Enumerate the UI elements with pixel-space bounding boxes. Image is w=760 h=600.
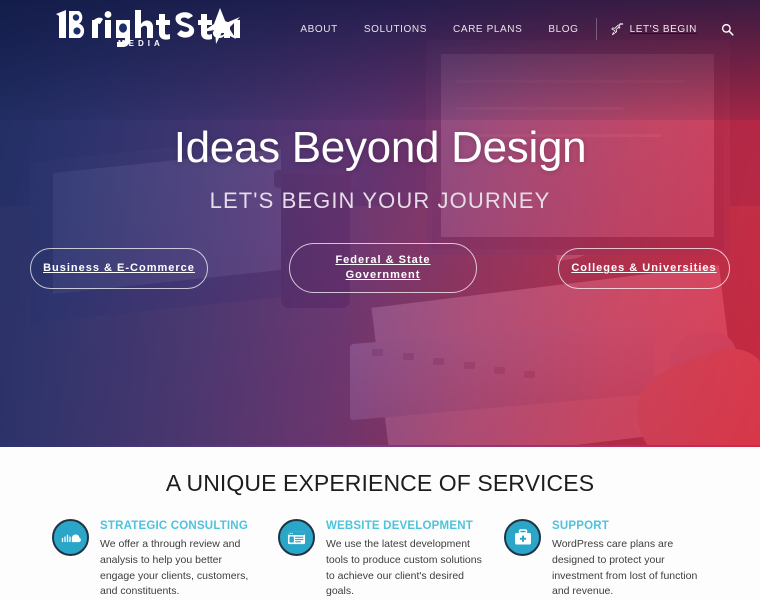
nav-divider	[595, 18, 597, 40]
hero-content: Ideas Beyond Design LET'S BEGIN YOUR JOU…	[0, 0, 760, 447]
nav-cta-label: LET'S BEGIN	[629, 23, 697, 35]
soundwave-cloud-icon	[52, 519, 89, 556]
service-card-title: SUPPORT	[552, 520, 609, 532]
service-card-body: WEBSITE DEVELOPMENT We use the latest de…	[326, 519, 482, 600]
search-icon[interactable]	[707, 19, 744, 40]
service-card-title: WEBSITE DEVELOPMENT	[326, 520, 473, 532]
main-navigation: ABOUT SOLUTIONS CARE PLANS BLOG LET'S BE…	[287, 18, 744, 40]
nav-cta-lets-begin[interactable]: LET'S BEGIN	[601, 19, 707, 40]
service-card-text: We use the latest development tools to p…	[326, 538, 482, 598]
service-card-strategic-consulting[interactable]: STRATEGIC CONSULTING We offer a through …	[52, 519, 256, 600]
service-card-website-development[interactable]: WEBSITE DEVELOPMENT We use the latest de…	[278, 519, 482, 600]
service-card-body: STRATEGIC CONSULTING We offer a through …	[100, 519, 256, 600]
hero-title: Ideas Beyond Design	[173, 123, 587, 172]
hero-pill-colleges-universities[interactable]: Colleges & Universities	[558, 248, 730, 290]
nav-item-solutions[interactable]: SOLUTIONS	[351, 20, 440, 39]
nav-item-about[interactable]: ABOUT	[287, 20, 350, 39]
rocket-icon	[610, 22, 624, 36]
browser-window-icon	[278, 519, 315, 556]
service-card-text: We offer a through review and analysis t…	[100, 538, 249, 598]
service-card-support[interactable]: SUPPORT WordPress care plans are designe…	[504, 519, 708, 600]
site-logo[interactable]: MEDIA	[50, 6, 240, 48]
site-header: MEDIA ABOUT SOLUTIONS CARE PLANS BLOG LE…	[0, 0, 760, 56]
hero-audience-buttons: Business & E-Commerce Federal & State Go…	[30, 243, 730, 294]
services-section: A UNIQUE EXPERIENCE OF SERVICES STRATEGI…	[0, 447, 760, 600]
hero-pill-federal-state-government[interactable]: Federal & State Government	[289, 243, 477, 294]
hero-pill-business-ecommerce[interactable]: Business & E-Commerce	[30, 248, 208, 290]
nav-item-blog[interactable]: BLOG	[535, 20, 591, 39]
services-heading: A UNIQUE EXPERIENCE OF SERVICES	[165, 470, 595, 496]
svg-text:MEDIA: MEDIA	[118, 39, 164, 48]
nav-item-care-plans[interactable]: CARE PLANS	[440, 20, 535, 39]
services-cards: STRATEGIC CONSULTING We offer a through …	[0, 519, 760, 600]
page-root: MEDIA ABOUT SOLUTIONS CARE PLANS BLOG LE…	[0, 0, 760, 600]
service-card-text: WordPress care plans are designed to pro…	[552, 538, 698, 598]
hero-subtitle: LET'S BEGIN YOUR JOURNEY	[209, 188, 551, 214]
first-aid-kit-icon	[504, 519, 541, 556]
service-card-title: STRATEGIC CONSULTING	[100, 520, 248, 532]
service-card-body: SUPPORT WordPress care plans are designe…	[552, 519, 708, 600]
